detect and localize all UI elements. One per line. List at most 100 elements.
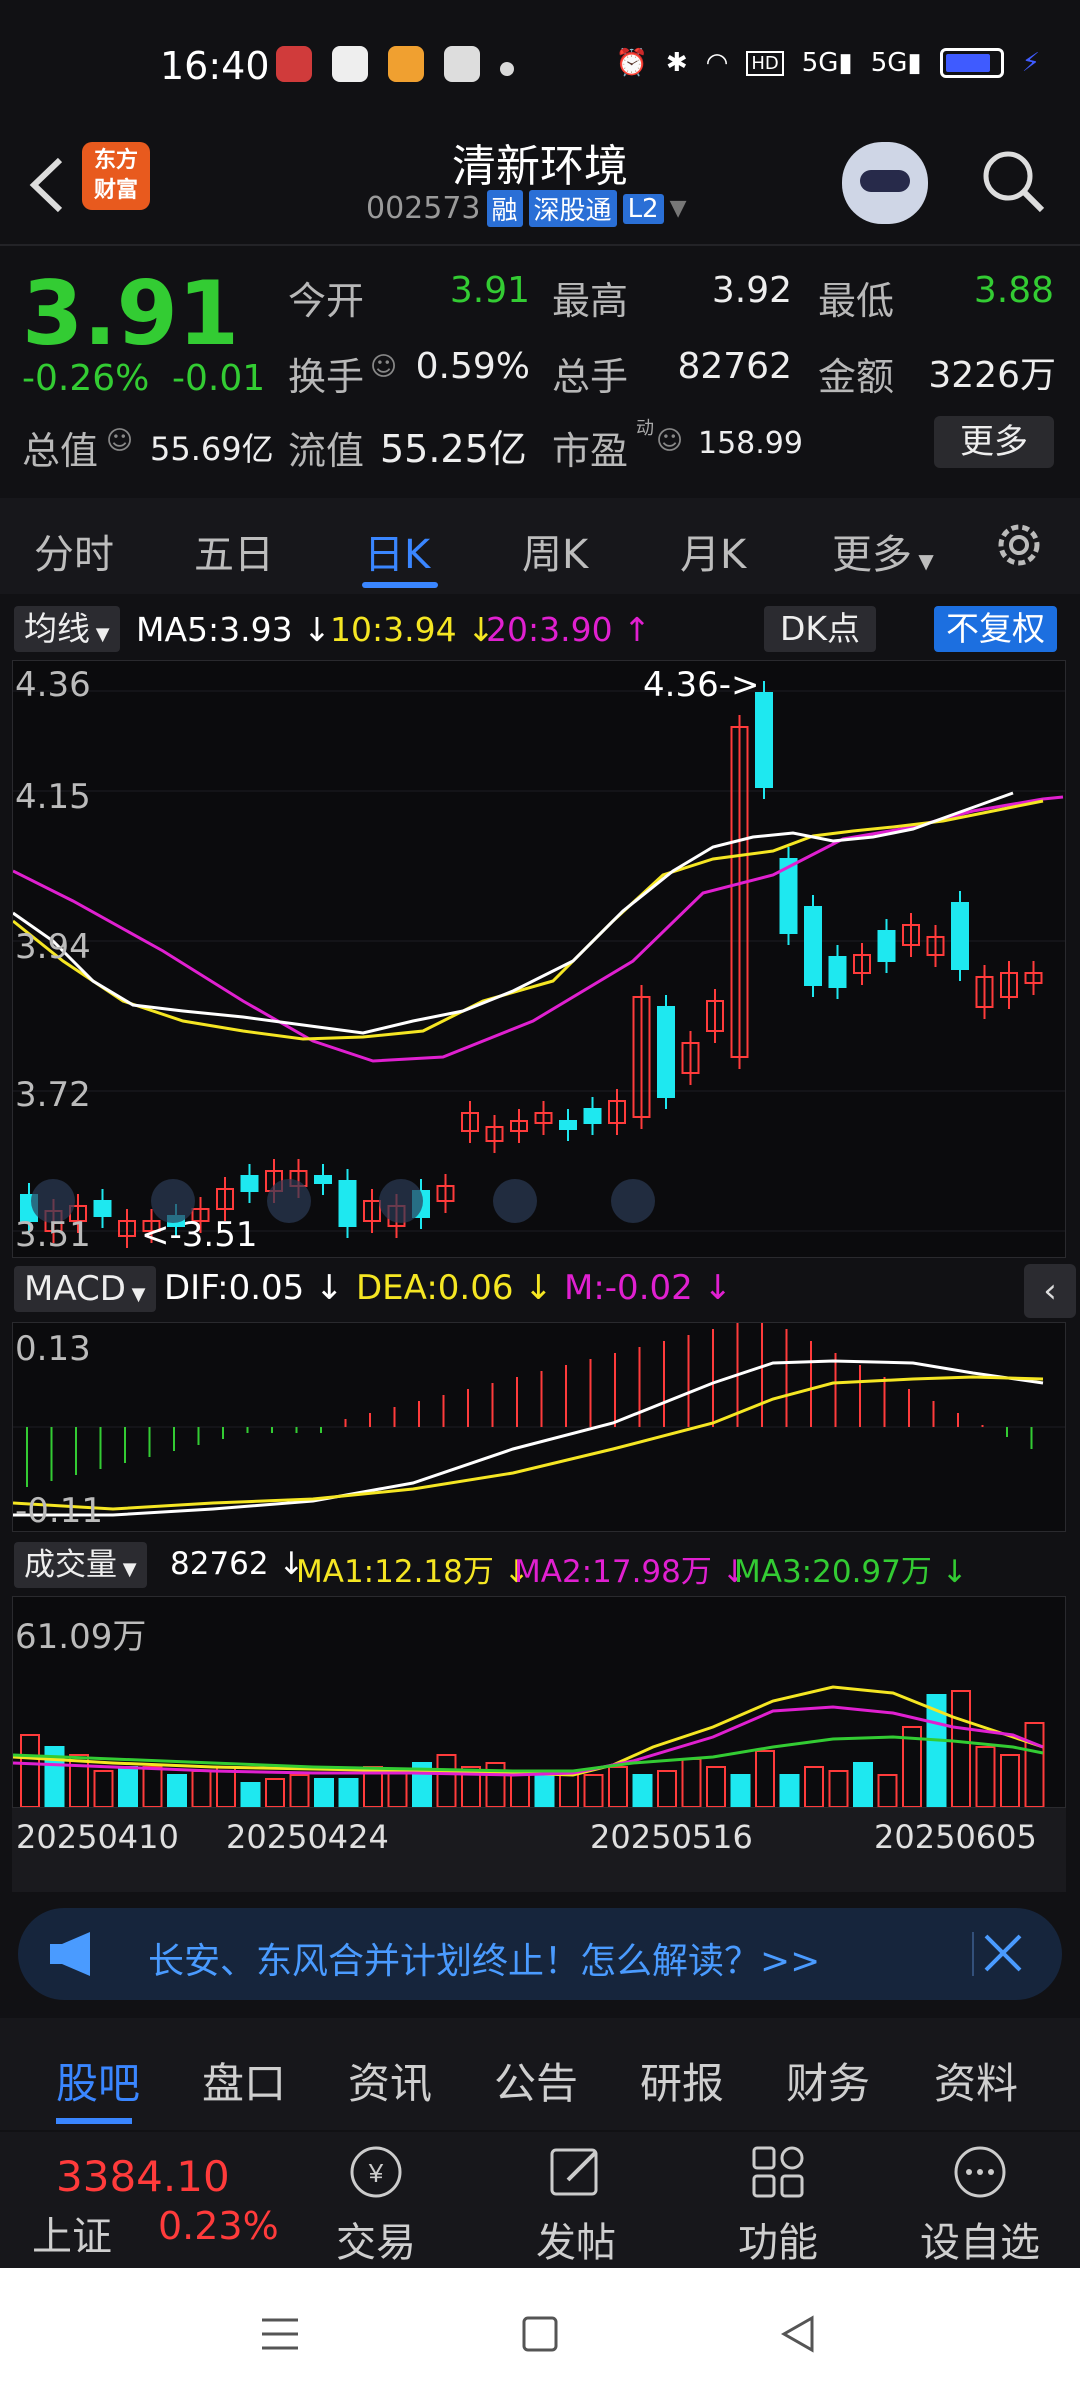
tab-weekly-k[interactable]: 周K <box>522 522 588 580</box>
tab-finance[interactable]: 财务 <box>786 2050 870 2111</box>
info-tabs: 股吧 盘口 资讯 公告 研报 财务 资料 <box>0 2018 1080 2130</box>
grid-icon <box>752 2146 804 2198</box>
hd-icon: HD <box>746 50 784 76</box>
trade-button[interactable]: ¥ 交易 <box>306 2142 446 2268</box>
tab-daily-k[interactable]: 日K <box>364 522 430 580</box>
high-value: 3.92 <box>711 270 792 311</box>
volume-bar <box>338 1778 359 1808</box>
gear-icon[interactable] <box>990 516 1048 574</box>
float-label: 流值 <box>288 429 365 473</box>
back-icon[interactable] <box>776 2312 820 2356</box>
chart-nav-button <box>379 1179 423 1223</box>
macd-chart[interactable]: 0.13 -0.11 <box>12 1317 1066 1532</box>
volume-bar <box>975 1746 996 1808</box>
change-percent: -0.26% <box>22 358 150 399</box>
dea-value: DEA:0.06 ↓ <box>356 1268 553 1308</box>
volume-bar <box>118 1766 138 1808</box>
volume-selector-button[interactable]: 成交量 ▼ <box>14 1542 147 1588</box>
date-label: 20250424 <box>226 1818 389 1856</box>
dea-line <box>12 1375 1044 1511</box>
app-notification-icon <box>276 46 312 82</box>
charging-icon: ⚡ <box>1021 48 1040 78</box>
menu-icon[interactable] <box>258 2312 302 2356</box>
collapse-panel-button[interactable]: ‹ <box>1024 1264 1076 1318</box>
candle-body <box>804 906 822 986</box>
macd-selector-button[interactable]: MACD ▼ <box>14 1266 156 1312</box>
info-icon[interactable]: ☺ <box>656 426 683 456</box>
add-watchlist-button[interactable]: 设自选 <box>910 2142 1050 2268</box>
volume-legend-row: 成交量 ▼ 82762 ↓ MA1:12.18万 ↓ MA2:17.98万 ↓ … <box>0 1536 1080 1596</box>
close-icon[interactable] <box>978 1928 1028 1978</box>
news-banner[interactable]: 长安、东风合并计划终止！怎么解读？>> <box>18 1908 1062 2000</box>
tab-five-day[interactable]: 五日 <box>194 522 274 580</box>
candle-body <box>314 1175 332 1184</box>
tab-guba[interactable]: 股吧 <box>56 2050 140 2111</box>
volume-label: 总手 <box>552 355 629 399</box>
more-quote-button[interactable]: 更多 <box>934 416 1054 468</box>
tab-announcements[interactable]: 公告 <box>494 2050 578 2111</box>
tab-orderbook[interactable]: 盘口 <box>202 2050 286 2111</box>
assistant-robot-icon[interactable] <box>842 142 928 224</box>
volume-bar <box>191 1770 212 1808</box>
volume-bar <box>265 1778 285 1808</box>
volume-bar <box>436 1754 457 1808</box>
volume-bar <box>20 1734 40 1808</box>
search-icon[interactable] <box>978 146 1048 216</box>
max-price-note: 4.36-> <box>643 665 760 705</box>
volume-bar <box>657 1770 677 1808</box>
functions-button[interactable]: 功能 <box>708 2142 848 2268</box>
tab-more[interactable]: 更多 ▼ <box>832 522 934 580</box>
post-button[interactable]: 发帖 <box>506 2142 646 2268</box>
news-banner-text[interactable]: 长安、东风合并计划终止！怎么解读？>> <box>148 1932 820 1984</box>
quote-panel: 3.91 -0.26% -0.01 今开 3.91 最高 3.92 最低 3.8… <box>0 246 1080 496</box>
amount-label: 金额 <box>818 355 895 399</box>
stock-header: 东方 财富 清新环境 002573 融 深股通 L2 ▼ <box>0 136 1080 244</box>
tab-news[interactable]: 资讯 <box>348 2050 432 2111</box>
change-amount: -0.01 <box>172 358 266 399</box>
price-tick-min: 3.51 <box>15 1215 91 1255</box>
candle-body <box>755 692 773 788</box>
min-price-note: <-3.51 <box>141 1215 258 1255</box>
info-icon[interactable]: ☺ <box>370 352 397 382</box>
pe-dynamic-tag: 动 <box>636 418 654 439</box>
adjust-mode-button[interactable]: 不复权 <box>934 606 1057 652</box>
index-name: 上证 <box>32 2214 112 2260</box>
mktcap-label: 总值 <box>22 429 99 473</box>
candle-body <box>240 1175 259 1192</box>
l2-tag: L2 <box>622 193 664 224</box>
volume-bar <box>289 1774 310 1808</box>
candle-body <box>657 1006 675 1098</box>
low-value: 3.88 <box>973 270 1054 311</box>
tab-monthly-k[interactable]: 月K <box>680 522 746 580</box>
tab-intraday[interactable]: 分时 <box>34 522 114 580</box>
ma10-value: 10:3.94 ↓ <box>330 610 495 649</box>
status-time: 16:40 <box>160 44 270 88</box>
ma-selector-button[interactable]: 均线 ▼ <box>14 606 120 652</box>
ma20-value: 20:3.90 ↑ <box>486 610 651 649</box>
date-label: 20250605 <box>874 1818 1037 1856</box>
tab-research[interactable]: 研报 <box>640 2050 724 2111</box>
margin-tag: 融 <box>486 190 523 227</box>
status-bar: 16:40 ⏰ ✱ ◠ HD 5G▮ 5G▮ ⚡ <box>0 0 1080 136</box>
battery-icon <box>939 48 1004 78</box>
volume-chart[interactable]: 61.09万 <box>12 1596 1066 1808</box>
kline-chart[interactable]: 4.36 4.15 3.94 3.72 3.51 4.36-> <-3.51 <box>12 660 1066 1258</box>
pe-label: 市盈 <box>552 429 629 473</box>
macd-tick-max: 0.13 <box>15 1329 91 1369</box>
price-tick: 3.72 <box>15 1075 91 1115</box>
volume-bar <box>853 1762 873 1808</box>
candle-body <box>828 956 847 988</box>
stock-code-row[interactable]: 002573 融 深股通 L2 ▼ <box>366 190 687 227</box>
volume-bar <box>167 1774 187 1808</box>
signal-5g-icon: 5G▮ <box>870 48 922 78</box>
ma10-line <box>12 799 1044 1041</box>
stock-code: 002573 <box>366 191 481 226</box>
alarm-icon: ⏰ <box>615 48 648 78</box>
price-tick: 4.15 <box>15 777 91 817</box>
app-notification-icon <box>332 46 368 82</box>
tab-profile[interactable]: 资料 <box>934 2050 1018 2111</box>
info-icon[interactable]: ☺ <box>106 426 133 456</box>
volume-bar <box>755 1750 775 1808</box>
home-icon[interactable] <box>518 2312 562 2356</box>
dk-point-button[interactable]: DK点 <box>764 606 877 652</box>
